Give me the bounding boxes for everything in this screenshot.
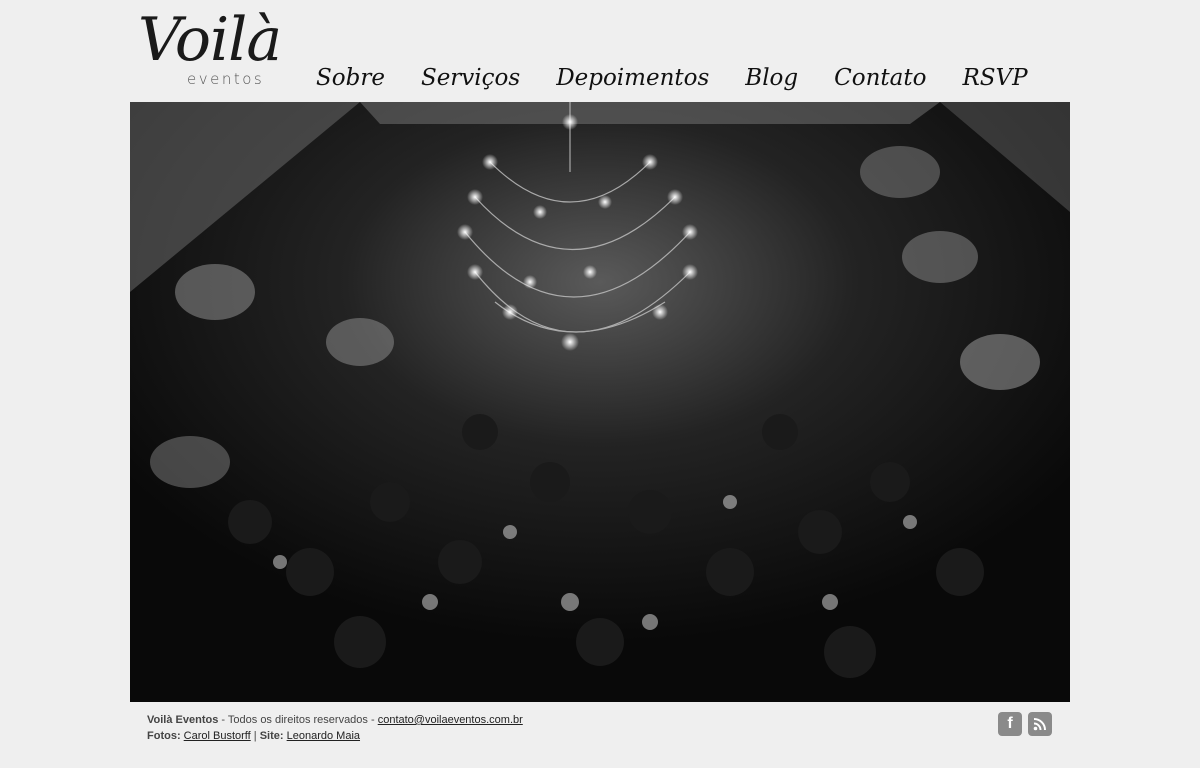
footer: Voilà Eventos - Todos os direitos reserv…: [147, 712, 1047, 744]
logo-text: Voilà: [138, 5, 282, 75]
hero-photo-graphic: [130, 102, 1070, 702]
footer-email-link[interactable]: contato@voilaeventos.com.br: [378, 714, 523, 726]
footer-brand: Voilà Eventos: [147, 714, 219, 726]
footer-line-2: Fotos: Carol Bustorff | Site: Leonardo M…: [147, 728, 1047, 744]
social-links: f: [998, 712, 1052, 736]
footer-rights: - Todos os direitos reservados -: [218, 714, 378, 726]
footer-separator: |: [250, 730, 260, 742]
footer-photos-credit-link[interactable]: Carol Bustorff: [184, 730, 251, 742]
nav-depoimentos[interactable]: Depoimentos: [556, 60, 709, 96]
footer-photos-label: Fotos:: [147, 730, 181, 742]
nav-blog[interactable]: Blog: [745, 60, 798, 96]
logo-subtext: eventos: [187, 70, 265, 88]
nav-sobre[interactable]: Sobre: [316, 60, 385, 96]
nav-rsvp[interactable]: RSVP: [962, 60, 1027, 96]
footer-site-credit-link[interactable]: Leonardo Maia: [287, 730, 360, 742]
hero-photo: [130, 102, 1070, 702]
rss-icon-glyph: [1033, 718, 1046, 731]
rss-icon[interactable]: [1028, 712, 1052, 736]
logo[interactable]: Voilà eventos: [138, 6, 282, 90]
footer-site-label: Site:: [259, 730, 284, 742]
main-navigation: Sobre Serviços Depoimentos Blog Contato …: [316, 60, 1064, 96]
footer-line-1: Voilà Eventos - Todos os direitos reserv…: [147, 712, 1047, 728]
nav-contato[interactable]: Contato: [834, 60, 926, 96]
nav-servicos[interactable]: Serviços: [421, 60, 520, 96]
facebook-icon[interactable]: f: [998, 712, 1022, 736]
